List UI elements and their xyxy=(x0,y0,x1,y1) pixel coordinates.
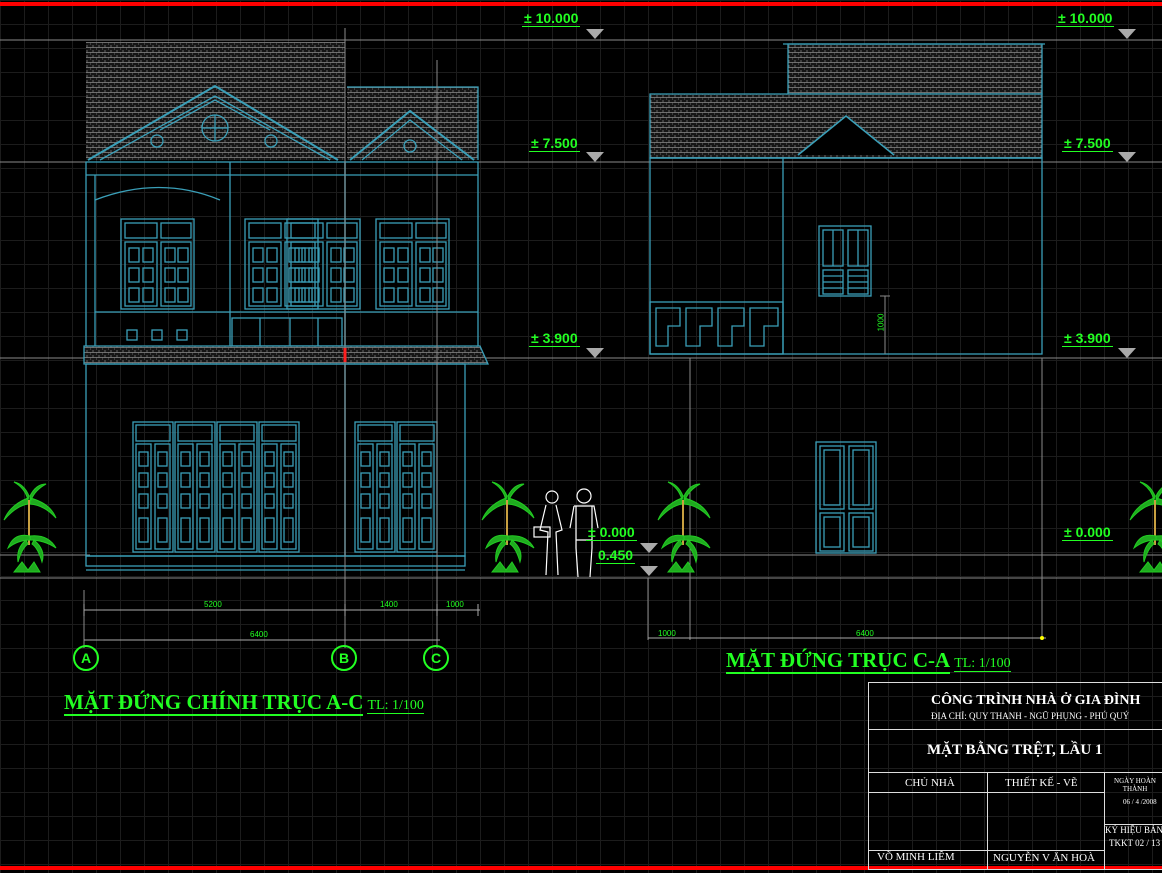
level-marker: ± 7.500 xyxy=(529,135,580,152)
level-marker: ± 10.000 xyxy=(522,10,581,27)
title-block-sheet-row: MẶT BẰNG TRỆT, LẦU 1 xyxy=(869,729,1162,773)
dimension-label: 1000 xyxy=(876,313,886,332)
designer-name: NGUYỄN V ĂN HOÀ xyxy=(993,852,1095,864)
owner-label: CHỦ NHÀ xyxy=(905,777,955,789)
dimension-label: 1000 xyxy=(658,629,676,638)
designer-label: THIẾT KẾ - VẼ xyxy=(1005,777,1078,789)
level-marker: ± 10.000 xyxy=(1056,10,1115,27)
front-elevation-title-text: MẶT ĐỨNG CHÍNH TRỤC A-C xyxy=(64,690,364,716)
title-block: CÔNG TRÌNH NHÀ Ở GIA ĐÌNH ĐỊA CHỈ: QUY T… xyxy=(868,682,1162,870)
level-marker: ± 7.500 xyxy=(1062,135,1113,152)
dimension-label: 5200 xyxy=(204,600,222,609)
level-marker: ± 3.900 xyxy=(529,330,580,347)
level-triangle xyxy=(586,152,604,162)
dimension-label: 1400 xyxy=(380,600,398,609)
front-dimension-lines xyxy=(83,604,480,641)
level-triangle xyxy=(640,566,658,576)
side-elevation-scale: TL: 1/100 xyxy=(954,656,1011,672)
front-elevation-title: MẶT ĐỨNG CHÍNH TRỤC A-C TL: 1/100 xyxy=(64,690,424,716)
level-marker: ± 0.000 xyxy=(586,524,637,541)
title-block-divider xyxy=(1104,772,1105,869)
level-marker: 0.450 xyxy=(596,547,636,564)
title-block-project-row: CÔNG TRÌNH NHÀ Ở GIA ĐÌNH ĐỊA CHỈ: QUY T… xyxy=(869,683,1162,730)
axis-bubble-a: A xyxy=(73,645,99,671)
level-marker: ± 3.900 xyxy=(1062,330,1113,347)
level-triangle xyxy=(1118,152,1136,162)
title-block-divider xyxy=(987,772,988,869)
drawing-code-label: KÝ HIỆU BẢN xyxy=(1105,825,1162,835)
owner-name: VÕ MINH LIÊM xyxy=(877,851,955,863)
side-elevation-title: MẶT ĐỨNG TRỤC C-A TL: 1/100 xyxy=(726,648,1011,674)
level-triangle xyxy=(640,543,658,553)
dimension-label: 1000 xyxy=(446,600,464,609)
date-value: 06 / 4 /2008 xyxy=(1123,798,1157,806)
drawing-code-value: TKKT 02 / 13 xyxy=(1109,838,1161,848)
front-elevation xyxy=(83,42,490,571)
side-elevation xyxy=(649,43,1045,554)
side-elevation-title-text: MẶT ĐỨNG TRỤC C-A xyxy=(726,648,951,674)
sheet-title: MẶT BẰNG TRỆT, LẦU 1 xyxy=(927,742,1103,758)
level-marker: ± 0.000 xyxy=(1062,524,1113,541)
dimension-label: 6400 xyxy=(856,629,874,638)
front-elevation-scale: TL: 1/100 xyxy=(367,698,424,714)
axis-bubble-b: B xyxy=(331,645,357,671)
date-label: NGÀY HOÀN THÀNH xyxy=(1114,777,1156,793)
level-triangle xyxy=(586,348,604,358)
dimension-label: 6400 xyxy=(250,630,268,639)
level-triangle xyxy=(586,29,604,39)
project-address: ĐỊA CHỈ: QUY THANH - NGŨ PHỤNG - PHÚ QUÝ xyxy=(931,711,1130,721)
project-name: CÔNG TRÌNH NHÀ Ở GIA ĐÌNH xyxy=(931,693,1141,708)
level-triangle xyxy=(1118,29,1136,39)
axis-bubble-c: C xyxy=(423,645,449,671)
level-triangle xyxy=(1118,348,1136,358)
